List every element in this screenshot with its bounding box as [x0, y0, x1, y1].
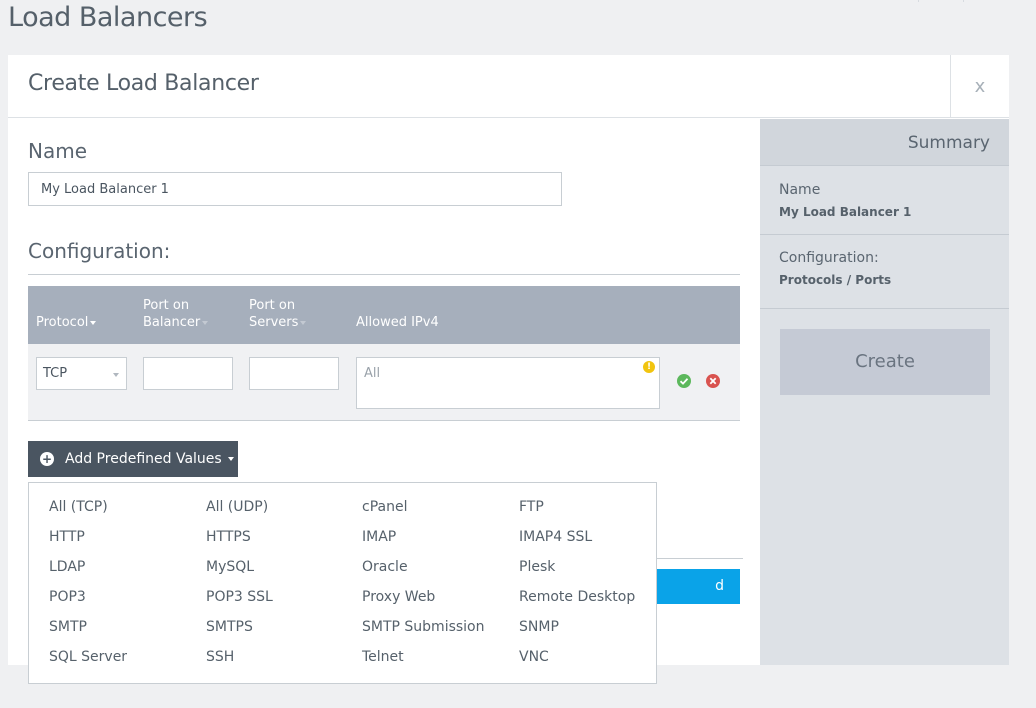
dropdown-item[interactable]: All (TCP): [49, 499, 108, 515]
sort-caret-icon: [90, 320, 97, 325]
protocol-select-value: TCP: [43, 366, 68, 381]
dropdown-item[interactable]: HTTPS: [206, 529, 251, 545]
chevron-down-icon: [227, 457, 234, 461]
summary-config-label: Configuration:: [779, 250, 879, 266]
remove-icon[interactable]: [706, 374, 720, 388]
dropdown-item[interactable]: Remote Desktop: [519, 589, 635, 605]
close-button[interactable]: x: [950, 55, 1009, 118]
dropdown-item[interactable]: All (UDP): [206, 499, 268, 515]
dropdown-item[interactable]: Plesk: [519, 559, 555, 575]
summary-config-value: Protocols / Ports: [779, 273, 892, 287]
config-row: TCP All !: [28, 344, 740, 421]
toolbar-divider: [963, 0, 964, 2]
port-on-servers-input[interactable]: [249, 357, 339, 390]
add-predefined-values-button[interactable]: + Add Predefined Values: [28, 441, 238, 477]
dropdown-item[interactable]: cPanel: [362, 499, 407, 515]
summary-name-label: Name: [779, 182, 821, 198]
port-servers-header-line1: Port on: [249, 298, 296, 313]
sort-caret-icon: [202, 320, 209, 325]
dropdown-item[interactable]: VNC: [519, 649, 549, 665]
dropdown-item[interactable]: MySQL: [206, 559, 254, 575]
check-icon[interactable]: [677, 374, 691, 388]
config-table-header: Protocol Port on Balancer Port on Server…: [28, 286, 740, 344]
sort-caret-icon: [300, 320, 307, 325]
summary-title: Summary: [760, 119, 1009, 166]
dropdown-item[interactable]: SMTP: [49, 619, 87, 635]
dropdown-item[interactable]: IMAP: [362, 529, 396, 545]
region-button[interactable]: d Kingdom: [656, 569, 740, 604]
port-servers-header-line2: Servers: [249, 315, 299, 330]
dropdown-item[interactable]: Telnet: [362, 649, 404, 665]
dropdown-item[interactable]: POP3: [49, 589, 86, 605]
dropdown-item[interactable]: Proxy Web: [362, 589, 435, 605]
summary-name-value: My Load Balancer 1: [779, 205, 912, 219]
page-title: Load Balancers: [8, 2, 208, 33]
dropdown-item[interactable]: SQL Server: [49, 649, 127, 665]
predefined-values-dropdown: All (TCP) All (UDP) cPanel FTP HTTP HTTPS IMAP…: [28, 482, 657, 684]
configuration-label: Configuration:: [28, 239, 171, 263]
divider: [28, 274, 740, 275]
dropdown-item[interactable]: SNMP: [519, 619, 559, 635]
dropdown-item[interactable]: LDAP: [49, 559, 85, 575]
warning-icon: !: [643, 361, 655, 373]
plus-circle-icon: +: [40, 452, 54, 466]
port-balancer-header-line1: Port on: [143, 298, 190, 313]
dropdown-item[interactable]: Oracle: [362, 559, 408, 575]
chevron-down-icon: [113, 373, 119, 377]
add-predefined-values-label: Add Predefined Values: [65, 451, 222, 467]
dropdown-item[interactable]: HTTP: [49, 529, 85, 545]
dropdown-item[interactable]: SMTP Submission: [362, 619, 485, 635]
name-input[interactable]: [28, 172, 562, 206]
protocol-header[interactable]: Protocol: [36, 314, 97, 331]
summary-name-block: Name My Load Balancer 1: [760, 167, 1009, 235]
allowed-ipv4-placeholder: All: [364, 366, 381, 381]
summary-panel: Summary Name My Load Balancer 1 Configur…: [760, 119, 1009, 665]
modal-title: Create Load Balancer: [28, 71, 259, 96]
create-button[interactable]: Create: [780, 329, 990, 395]
summary-config-block: Configuration: Protocols / Ports: [760, 235, 1009, 309]
port-balancer-header-line2: Balancer: [143, 315, 201, 330]
modal-header: Create Load Balancer x: [8, 55, 1009, 118]
port-servers-header[interactable]: Port on Servers: [249, 297, 307, 331]
allowed-ipv4-header: Allowed IPv4: [356, 315, 439, 330]
dropdown-item[interactable]: IMAP4 SSL: [519, 529, 592, 545]
port-balancer-header[interactable]: Port on Balancer: [143, 297, 209, 331]
name-label: Name: [28, 139, 88, 163]
dropdown-item[interactable]: POP3 SSL: [206, 589, 273, 605]
divider: [656, 558, 743, 559]
dropdown-item[interactable]: SMTPS: [206, 619, 253, 635]
toolbar-divider: [918, 0, 919, 2]
protocol-header-label: Protocol: [36, 315, 89, 330]
allowed-ipv4-input[interactable]: All !: [356, 357, 660, 409]
dropdown-item[interactable]: SSH: [206, 649, 234, 665]
dropdown-item[interactable]: FTP: [519, 499, 544, 515]
port-on-balancer-input[interactable]: [143, 357, 233, 390]
protocol-select[interactable]: TCP: [36, 357, 127, 390]
